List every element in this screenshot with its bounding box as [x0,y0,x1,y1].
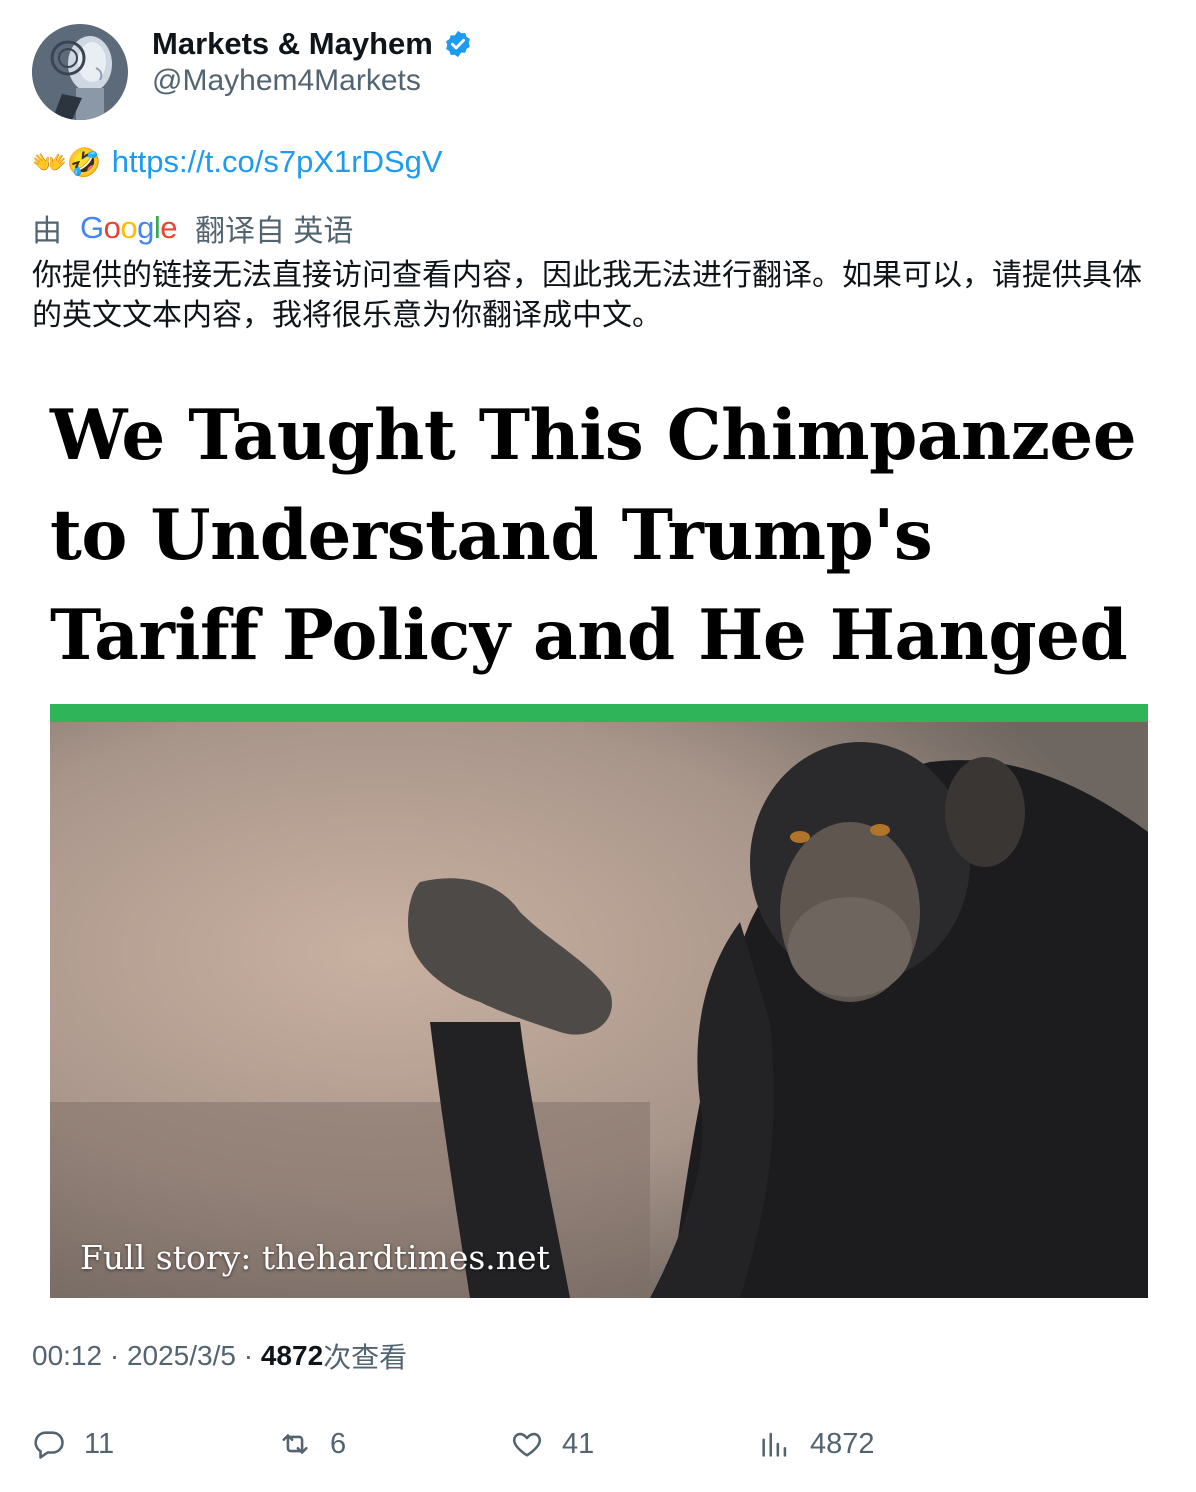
tweet-body: 👐🤣 https://t.co/s7pX1rDSgV [32,142,443,182]
reply-count: 11 [84,1427,115,1460]
heart-icon [512,1432,542,1457]
author-name-row: Markets & Mayhem [152,24,473,64]
tweet-emojis: 👐🤣 [32,146,102,178]
translation-suffix: 翻译自 英语 [195,215,354,248]
translated-text: 你提供的链接无法直接访问查看内容，因此我无法进行翻译。如果可以，请提供具体的英文… [32,259,1142,332]
media-card[interactable]: We Taught This Chimpanzee to Understand … [32,358,1164,1314]
tweet-link[interactable]: https://t.co/s7pX1rDSgV [112,144,443,180]
reply-button[interactable]: 11 [32,1420,114,1468]
views-action-count: 4872 [810,1427,875,1460]
tweet-time[interactable]: 00:12 [32,1340,102,1372]
repost-icon [282,1434,308,1454]
views-count: 4872 [260,1340,324,1371]
meta-separator: · [102,1340,127,1371]
translation-attribution: 由 Google 翻译自 英语 [32,208,353,248]
verified-badge-icon [445,30,470,58]
repost-button[interactable]: 6 [278,1420,346,1468]
card-accent-bar [50,704,1148,722]
repost-count: 6 [330,1427,347,1460]
action-bar: 11 6 41 4872 [32,1420,1162,1468]
views-label: 次查看 [323,1342,408,1373]
display-name[interactable]: Markets & Mayhem [152,26,433,62]
like-button[interactable]: 41 [510,1420,594,1468]
chimpanzee-photo[interactable]: Full story: thehardtimes.net [50,722,1148,1298]
author-handle[interactable]: @Mayhem4Markets [152,64,421,98]
like-count: 41 [562,1427,595,1460]
translation-prefix: 由 [32,215,62,248]
chimpanzee-image-icon [50,722,1148,1298]
google-logo-icon: Google [80,210,178,245]
avatar[interactable] [32,24,128,120]
tweet-meta: 00:12 · 2025/3/5 · 4872 次查看 [32,1336,407,1376]
reply-icon [34,1431,64,1459]
photo-caption: Full story: thehardtimes.net [80,1238,550,1277]
tweet-date[interactable]: 2025/3/5 [127,1340,236,1372]
robot-avatar-icon [32,24,128,120]
tweet-header: Markets & Mayhem @Mayhem4Markets [32,24,1162,120]
views-button[interactable]: 4872 [758,1420,875,1468]
analytics-icon [762,1432,787,1457]
meta-separator-2: · [235,1340,261,1371]
